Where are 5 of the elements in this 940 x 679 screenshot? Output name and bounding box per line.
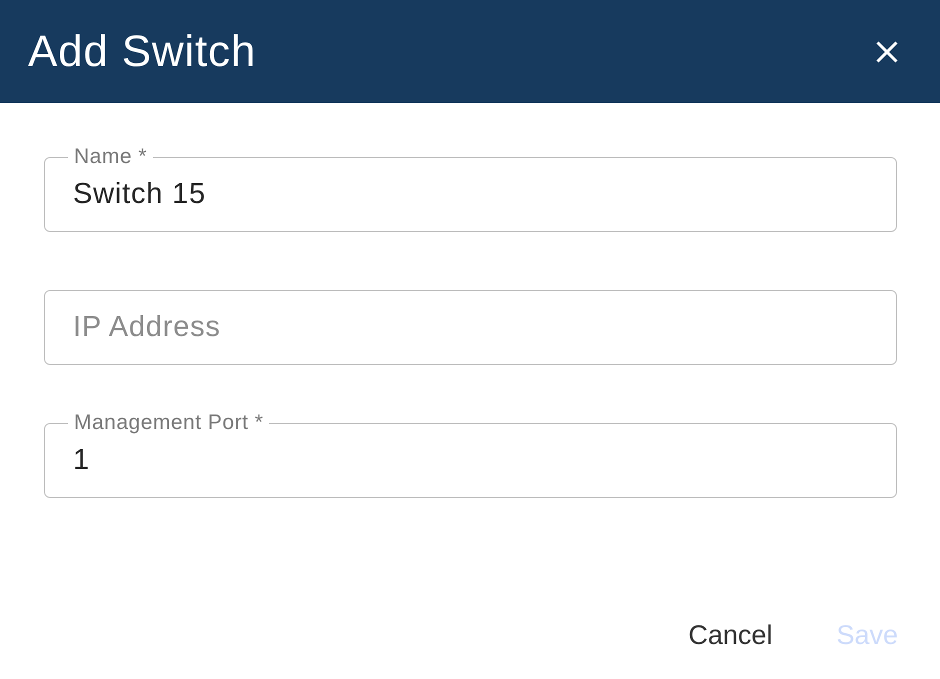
field-label: Management Port * — [68, 412, 270, 434]
dialog-title: Add Switch — [28, 26, 256, 78]
cancel-button[interactable]: Cancel — [674, 610, 786, 661]
close-icon — [876, 40, 898, 62]
ip-address-field[interactable]: IP Address — [44, 290, 897, 365]
